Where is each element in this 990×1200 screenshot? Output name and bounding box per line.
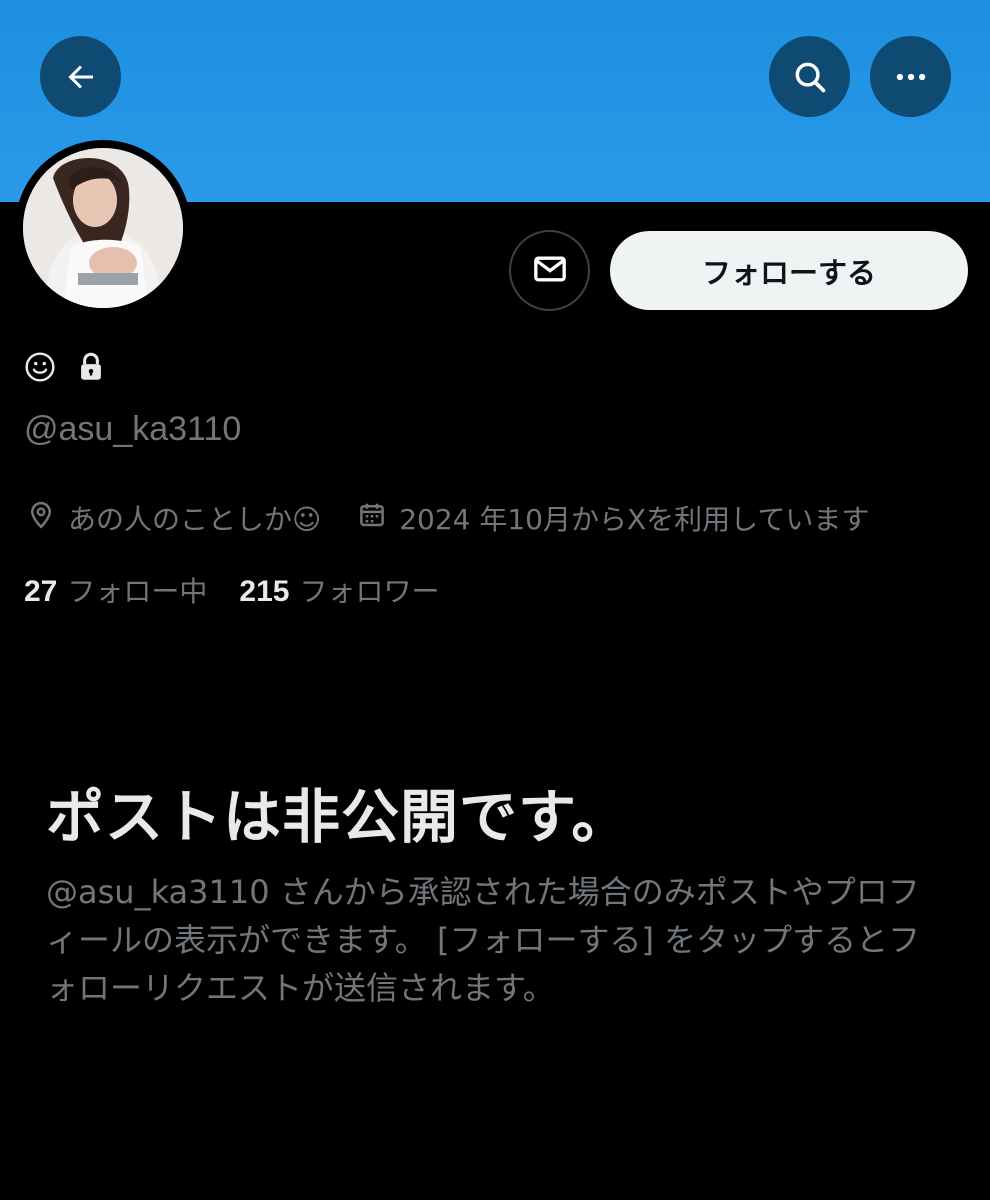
location-text: あの人のことしか☺ (68, 503, 322, 536)
private-notice-title: ポストは非公開です。 (46, 783, 631, 851)
avatar (23, 148, 183, 308)
search-button[interactable] (769, 36, 850, 117)
profile-meta: あの人のことしか☺ 2024 年10月からXを利用しています (26, 498, 869, 538)
private-notice-description: @asu_ka3110 さんから承認された場合のみポストやプロフィールの表示がで… (46, 873, 921, 1007)
followers-count: 215 (239, 575, 290, 608)
following-count: 27 (24, 575, 58, 608)
location-pin-icon (26, 500, 68, 537)
more-horizontal-icon (892, 58, 930, 96)
profile-page: フォローする @asu_ka3110 あの人のことしか☺ 2024 年10月から… (0, 0, 990, 1200)
lock-icon (74, 350, 108, 388)
join-date-text: 2024 年10月からXを利用しています (399, 503, 870, 536)
follow-button[interactable]: フォローする (610, 231, 968, 310)
avatar-frame[interactable] (15, 140, 191, 316)
envelope-icon (530, 249, 570, 293)
location: あの人のことしか☺ (26, 498, 321, 538)
join-date: 2024 年10月からXを利用しています (357, 498, 869, 538)
following-label: フォロー中 (67, 575, 208, 608)
user-handle: @asu_ka3110 (24, 410, 242, 448)
display-name (24, 350, 108, 388)
search-icon (791, 58, 829, 96)
following-link[interactable]: 27 フォロー中 (24, 570, 207, 610)
more-button[interactable] (870, 36, 951, 117)
message-button[interactable] (509, 230, 590, 311)
followers-link[interactable]: 215 フォロワー (239, 570, 439, 610)
back-button[interactable] (40, 36, 121, 117)
calendar-icon (357, 500, 399, 537)
follow-counts: 27 フォロー中 215 フォロワー (24, 570, 439, 610)
smiley-icon (24, 351, 56, 387)
followers-label: フォロワー (299, 575, 440, 608)
arrow-left-icon (63, 59, 99, 95)
